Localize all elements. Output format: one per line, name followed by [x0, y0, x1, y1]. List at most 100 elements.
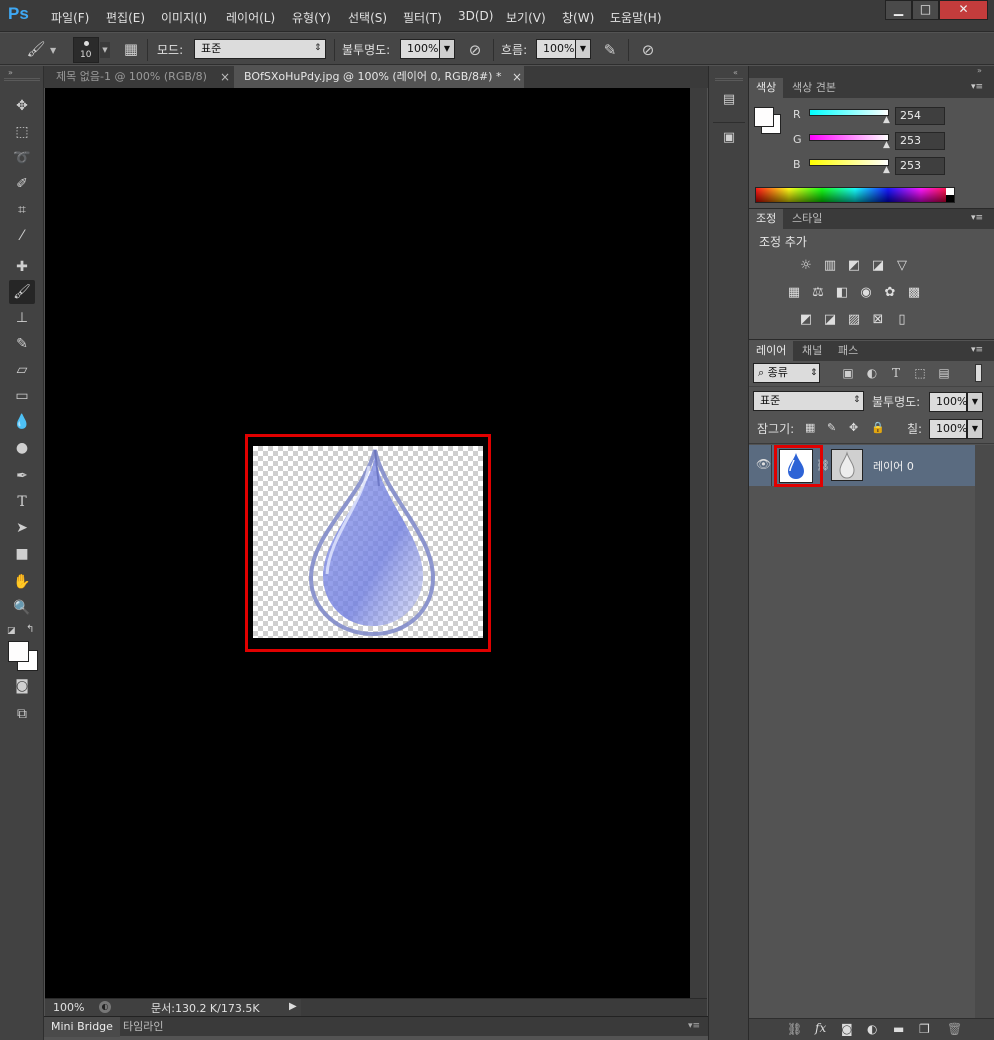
- tab-close-icon[interactable]: ×: [220, 70, 230, 84]
- trash-icon[interactable]: 🗑: [947, 1022, 962, 1036]
- airbrush-icon[interactable]: ✎: [600, 40, 620, 60]
- brush-size-arrow[interactable]: ▼: [100, 42, 110, 58]
- layer-mask-thumbnail[interactable]: [831, 449, 863, 481]
- type-filter-icon[interactable]: T: [887, 364, 905, 382]
- quick-select-icon[interactable]: ✐: [9, 172, 35, 196]
- tab-timeline[interactable]: 타임라인: [116, 1017, 170, 1037]
- threshold-icon[interactable]: ▨: [845, 312, 863, 328]
- blend-mode-select[interactable]: 표준: [753, 391, 864, 411]
- healing-icon[interactable]: ✚: [9, 255, 35, 279]
- zoom-icon[interactable]: 🔍: [9, 596, 35, 620]
- fx-icon[interactable]: fx: [815, 1021, 826, 1035]
- swap-colors-icon[interactable]: ↰: [26, 624, 34, 635]
- levels-icon[interactable]: ▥: [821, 258, 839, 274]
- path-select-icon[interactable]: ➤: [9, 516, 35, 540]
- foreground-color-swatch[interactable]: [8, 641, 29, 662]
- move-icon[interactable]: ✥: [9, 94, 35, 118]
- channel-mixer-icon[interactable]: ✿: [881, 285, 899, 301]
- quick-mask-icon[interactable]: ◙: [9, 674, 35, 698]
- brightness-contrast-icon[interactable]: ☼: [797, 258, 815, 274]
- slider-handle-icon[interactable]: ▲: [883, 115, 890, 125]
- tab-layers[interactable]: 레이어: [749, 341, 794, 361]
- new-adjustment-icon[interactable]: ◐: [867, 1022, 877, 1036]
- menu-window[interactable]: 창(W): [562, 9, 594, 25]
- tab-swatches[interactable]: 색상 견본: [785, 78, 843, 98]
- brush-size-picker[interactable]: 10: [73, 37, 99, 63]
- fill-input[interactable]: 100%: [929, 419, 967, 439]
- g-slider[interactable]: [809, 134, 889, 141]
- tab-bofsxohupdy[interactable]: BOfSXoHuPdy.jpg @ 100% (레이어 0, RGB/8#) *: [234, 66, 524, 88]
- layer-opacity-input[interactable]: 100%: [929, 392, 967, 412]
- eye-icon[interactable]: 👁: [756, 457, 771, 471]
- tab-close-icon[interactable]: ×: [512, 70, 522, 84]
- tab-channels[interactable]: 채널: [795, 341, 829, 361]
- status-info-icon[interactable]: ◐: [99, 1001, 111, 1013]
- new-group-icon[interactable]: ▬: [893, 1022, 904, 1036]
- layer-name[interactable]: 레이어 0: [873, 458, 914, 474]
- pen-icon[interactable]: ✒: [9, 464, 35, 488]
- flow-input[interactable]: 100%: [536, 39, 576, 59]
- eyedropper-icon[interactable]: ⁄: [9, 224, 35, 248]
- marquee-icon[interactable]: ⬚: [9, 120, 35, 144]
- panel-grip[interactable]: [715, 78, 743, 81]
- properties-panel-icon[interactable]: ▣: [719, 130, 739, 150]
- foreground-color-swatch[interactable]: [754, 107, 774, 127]
- menu-type[interactable]: 유형(Y): [292, 9, 331, 25]
- brush-panel-toggle-icon[interactable]: ▦: [121, 39, 141, 59]
- add-mask-icon[interactable]: ◙: [841, 1022, 853, 1036]
- adjustment-filter-icon[interactable]: ◐: [863, 364, 881, 382]
- exposure-icon[interactable]: ◪: [869, 258, 887, 274]
- history-brush-icon[interactable]: ✎: [9, 332, 35, 356]
- menu-file[interactable]: 파일(F): [51, 9, 89, 25]
- slider-handle-icon[interactable]: ▲: [883, 140, 890, 150]
- maximize-button[interactable]: □: [912, 0, 939, 20]
- panel-menu-icon[interactable]: ▾≡: [971, 213, 983, 223]
- screen-mode-icon[interactable]: ⧉: [9, 702, 35, 726]
- menu-edit[interactable]: 편집(E): [106, 9, 145, 25]
- hue-saturation-icon[interactable]: ▦: [785, 285, 803, 301]
- link-layers-icon[interactable]: ⛓: [787, 1022, 802, 1036]
- tab-paths[interactable]: 패스: [831, 341, 865, 361]
- lock-position-icon[interactable]: ✥: [849, 421, 863, 435]
- menu-image[interactable]: 이미지(I): [161, 9, 207, 25]
- type-icon[interactable]: T: [9, 490, 35, 514]
- posterize-icon[interactable]: ◪: [821, 312, 839, 328]
- panel-menu-icon[interactable]: ▾≡: [971, 345, 983, 355]
- horizontal-scrollbar[interactable]: [301, 999, 707, 1016]
- filter-toggle-switch[interactable]: [975, 364, 982, 382]
- new-layer-icon[interactable]: ❐: [919, 1022, 930, 1036]
- pressure-size-icon[interactable]: ⊘: [638, 40, 658, 60]
- black-white-icon[interactable]: ◧: [833, 285, 851, 301]
- tab-mini-bridge[interactable]: Mini Bridge: [44, 1017, 120, 1037]
- flow-dropdown[interactable]: ▼: [575, 39, 591, 59]
- mode-select[interactable]: 표준: [194, 39, 326, 59]
- brush-tool-preset-icon[interactable]: 🖌: [26, 39, 46, 59]
- crop-icon[interactable]: ⌗: [9, 198, 35, 222]
- document-canvas[interactable]: [45, 88, 690, 998]
- gradient-map-icon[interactable]: ▯: [893, 312, 911, 328]
- lock-transparency-icon[interactable]: ▦: [805, 421, 819, 435]
- color-balance-icon[interactable]: ⚖: [809, 285, 827, 301]
- spectrum-white[interactable]: [946, 188, 954, 195]
- eraser-icon[interactable]: ▱: [9, 358, 35, 382]
- fill-dropdown[interactable]: ▼: [967, 419, 983, 439]
- curves-icon[interactable]: ◩: [845, 258, 863, 274]
- slider-handle-icon[interactable]: ▲: [883, 165, 890, 175]
- lock-pixels-icon[interactable]: ✎: [827, 421, 841, 435]
- spectrum-black[interactable]: [946, 195, 954, 202]
- close-button[interactable]: ✕: [939, 0, 988, 20]
- collapse-arrows-icon[interactable]: »: [977, 66, 982, 75]
- vertical-scrollbar[interactable]: [690, 88, 707, 998]
- layer-filter-select[interactable]: ⌕ 종류 ⇕: [753, 363, 820, 383]
- tab-adjustments[interactable]: 조정: [749, 209, 784, 229]
- menu-view[interactable]: 보기(V): [506, 9, 546, 25]
- menu-layer[interactable]: 레이어(L): [226, 9, 275, 25]
- default-colors-icon[interactable]: ◪: [7, 626, 16, 636]
- history-panel-icon[interactable]: ▤: [719, 92, 739, 112]
- b-value-input[interactable]: 253: [895, 157, 945, 175]
- minimize-button[interactable]: ▁: [885, 0, 912, 20]
- gradient-icon[interactable]: ▭: [9, 384, 35, 408]
- invert-icon[interactable]: ◩: [797, 312, 815, 328]
- brush-icon[interactable]: 🖌: [9, 280, 35, 304]
- tab-color[interactable]: 색상: [749, 78, 784, 98]
